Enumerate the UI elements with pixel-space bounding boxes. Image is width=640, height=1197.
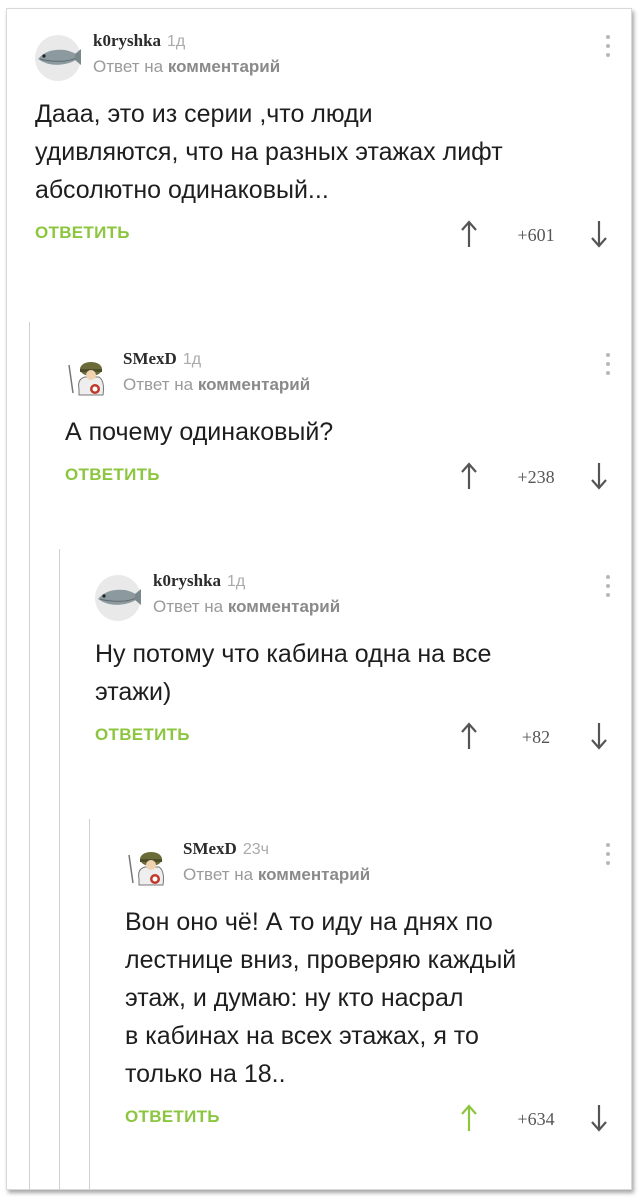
reply-to-label: Ответ на комментарий [123, 375, 311, 394]
vote-block: +82 [459, 719, 609, 759]
comment-text: Ну потому что кабина одна на все этажи) [95, 640, 492, 706]
comment: SMexD 1д Ответ на комментарий А почему од… [65, 347, 631, 499]
comment-text: Вон оно чё! А то иду на днях по лестнице… [125, 908, 517, 1088]
comment-score: +601 [517, 225, 555, 245]
author-name[interactable]: SMexD 1д [123, 349, 201, 369]
downvote-arrow-icon[interactable] [589, 721, 609, 751]
reply-to-link[interactable]: комментарий [198, 375, 310, 394]
reply-to-link[interactable]: комментарий [168, 57, 280, 76]
comment-text: Дааа, это из серии ,что люди удивляются,… [35, 100, 503, 204]
comment-time: 1д [167, 33, 186, 50]
reply-button[interactable]: ОТВЕТИТЬ [95, 725, 190, 745]
downvote-arrow-icon[interactable] [589, 1103, 609, 1133]
comment: SMexD 23ч Ответ на комментарий Вон оно чё… [125, 837, 631, 1141]
author-name[interactable]: k0ryshka 1д [153, 571, 245, 591]
comment-time: 1д [182, 351, 202, 368]
thread-line [59, 549, 60, 1189]
author-name[interactable]: k0ryshka 1д [93, 31, 185, 51]
more-menu-icon[interactable] [605, 35, 611, 62]
reply-to-link[interactable]: комментарий [228, 597, 340, 616]
comment-score: +238 [517, 467, 555, 487]
downvote-arrow-icon[interactable] [589, 461, 609, 491]
vote-block: +634 [459, 1101, 609, 1141]
upvote-arrow-icon[interactable] [459, 721, 479, 751]
soldier-avatar-icon[interactable] [125, 843, 171, 889]
reply-to-label: Ответ на комментарий [93, 57, 281, 76]
comment: k0ryshka 1д Ответ на комментарий Ну потом… [95, 569, 631, 759]
more-menu-icon[interactable] [605, 353, 611, 380]
comment-time: 1д [227, 573, 246, 590]
comment-score: +634 [517, 1109, 555, 1129]
reply-button[interactable]: ОТВЕТИТЬ [35, 223, 130, 243]
vote-block: +601 [459, 217, 609, 257]
reply-to-label: Ответ на комментарий [153, 597, 341, 616]
comment-score: +82 [521, 727, 551, 747]
comment-text: А почему одинаковый? [65, 418, 334, 446]
reply-button[interactable]: ОТВЕТИТЬ [65, 465, 160, 485]
upvote-arrow-icon[interactable] [459, 219, 479, 249]
fish-avatar-icon[interactable] [35, 35, 81, 81]
more-menu-icon[interactable] [605, 843, 611, 870]
author-name[interactable]: SMexD 23ч [183, 839, 269, 859]
upvote-arrow-icon[interactable] [459, 461, 479, 491]
comment: k0ryshka 1д Ответ на комментарий Дааа, эт… [35, 29, 631, 257]
upvote-arrow-icon[interactable] [459, 1103, 479, 1133]
comment-time: 23ч [242, 841, 269, 858]
downvote-arrow-icon[interactable] [589, 219, 609, 249]
comment-thread: k0ryshka 1д Ответ на комментарий Дааа, эт… [6, 8, 632, 1190]
thread-line [89, 819, 90, 1189]
more-menu-icon[interactable] [605, 575, 611, 602]
reply-to-label: Ответ на комментарий [183, 865, 371, 884]
vote-block: +238 [459, 459, 609, 499]
reply-button[interactable]: ОТВЕТИТЬ [125, 1107, 220, 1127]
thread-line [29, 322, 30, 1189]
fish-avatar-icon[interactable] [95, 575, 141, 621]
reply-to-link[interactable]: комментарий [258, 865, 370, 884]
soldier-avatar-icon[interactable] [65, 353, 111, 399]
